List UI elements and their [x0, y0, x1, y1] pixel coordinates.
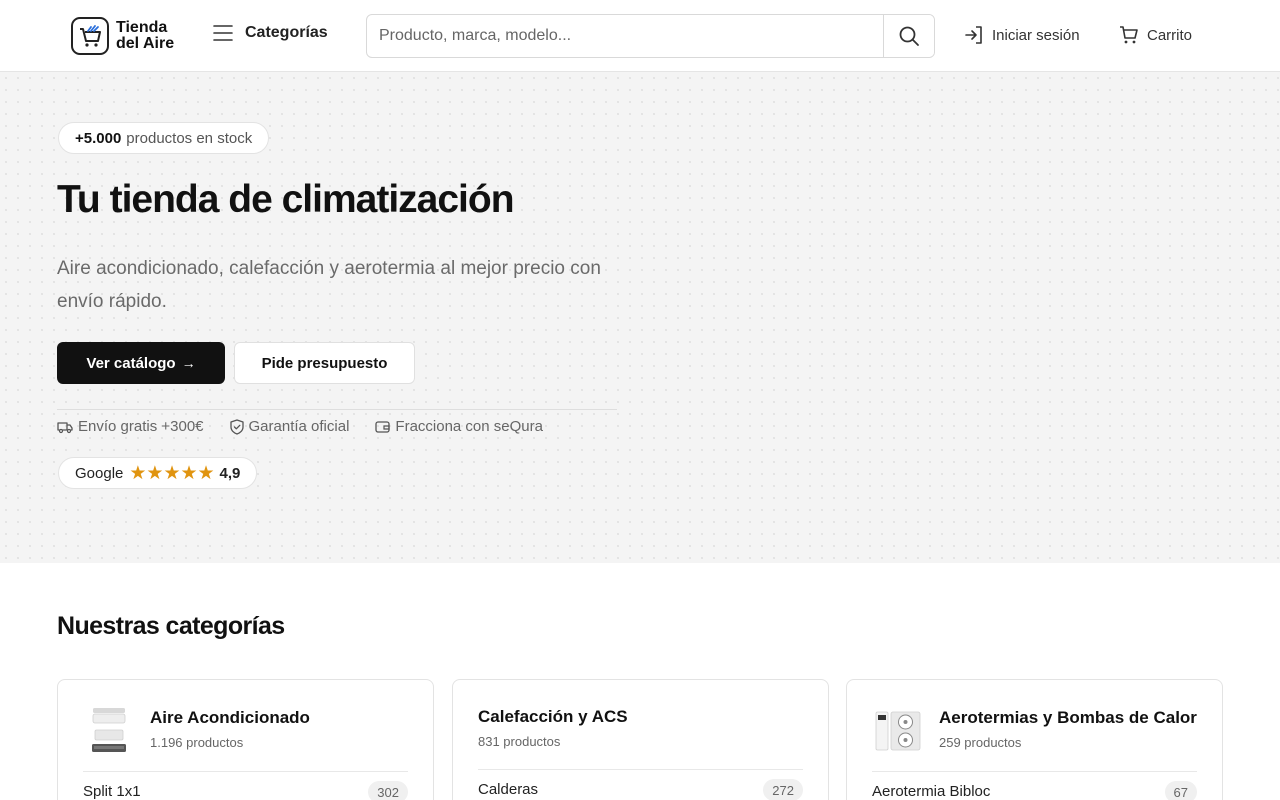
cart-label: Carrito — [1147, 26, 1193, 44]
category-card-air-conditioning[interactable]: Aire Acondicionado 1.196 productos Split… — [57, 679, 434, 800]
air-conditioner-image — [92, 708, 126, 752]
star-rating-icons: ★★★★★ — [129, 462, 215, 484]
google-rating-value: 4,9 — [219, 464, 241, 482]
search-input[interactable] — [367, 15, 883, 57]
subcategory-count-badge: 302 — [368, 781, 408, 800]
category-count: 259 productos — [939, 735, 1022, 750]
search-button[interactable] — [883, 15, 934, 57]
subcategory-link[interactable]: Calderas — [478, 781, 538, 798]
hero-subtitle: Aire acondicionado, calefacción y aerote… — [57, 258, 601, 312]
categories-section-title: Nuestras categorías — [57, 612, 285, 640]
feature-financing-label: Fracciona con seQura — [395, 418, 543, 435]
category-name: Aerotermias y Bombas de Calor — [939, 708, 1197, 727]
logo-text: Tienda del Aire — [116, 20, 174, 52]
feature-warranty: Garantía oficial — [229, 418, 350, 435]
category-card-heat-pumps[interactable]: Aerotermias y Bombas de Calor 259 produc… — [846, 679, 1223, 800]
card-divider — [478, 769, 803, 770]
view-catalog-button[interactable]: Ver catálogo → — [57, 342, 225, 384]
feature-list: Envío gratis +300€ Garantía oficial Frac… — [57, 418, 569, 435]
shield-icon — [229, 418, 244, 435]
subcategory-count-badge: 67 — [1164, 781, 1197, 800]
wallet-icon — [375, 420, 391, 433]
truck-icon — [57, 421, 73, 433]
hamburger-icon — [213, 25, 233, 41]
category-count: 1.196 productos — [150, 735, 244, 750]
hero-title: Tu tienda de climatización — [57, 178, 515, 221]
card-divider — [83, 771, 408, 772]
feature-shipping-label: Envío gratis +300€ — [78, 418, 204, 435]
feature-warranty-label: Garantía oficial — [248, 418, 350, 435]
cart-link[interactable]: Carrito — [1119, 25, 1192, 45]
stock-badge: +5.000 productos en stock — [58, 122, 270, 154]
google-rating-badge[interactable]: Google ★★★★★ 4,9 — [58, 457, 258, 489]
feature-shipping: Envío gratis +300€ — [57, 418, 204, 435]
subcategory-link[interactable]: Aerotermia Bibloc — [872, 783, 990, 800]
category-name: Aire Acondicionado — [150, 708, 310, 727]
logo-line-2: del Aire — [116, 35, 175, 52]
login-label: Iniciar sesión — [992, 26, 1080, 44]
category-count: 831 productos — [478, 734, 561, 749]
categories-label: Categorías — [245, 24, 328, 41]
hero-divider — [57, 409, 617, 410]
cart-logo-icon — [71, 17, 109, 55]
card-divider — [872, 771, 1197, 772]
site-header: Tienda del Aire Categorías Iniciar sesió… — [0, 0, 1280, 72]
categories-menu-button[interactable]: Categorías — [213, 24, 328, 42]
heat-pump-image — [875, 711, 921, 751]
stock-badge-text: productos en stock — [126, 129, 253, 147]
search-icon — [899, 26, 919, 46]
request-quote-button[interactable]: Pide presupuesto — [234, 342, 415, 384]
request-quote-label: Pide presupuesto — [261, 354, 388, 372]
subcategory-count-badge: 272 — [763, 779, 803, 800]
logo-line-1: Tienda — [116, 19, 168, 36]
hero-section: +5.000 productos en stock Tu tienda de c… — [0, 72, 1280, 563]
view-catalog-label: Ver catálogo — [86, 354, 176, 372]
arrow-right-icon: → — [181, 355, 196, 371]
google-label: Google — [75, 464, 124, 482]
search-bar — [366, 14, 935, 58]
cart-icon — [1120, 26, 1138, 44]
category-name: Calefacción y ACS — [478, 707, 628, 726]
category-card-heating[interactable]: Calefacción y ACS 831 productos Calderas… — [452, 679, 829, 800]
login-icon — [965, 26, 982, 44]
login-link[interactable]: Iniciar sesión — [964, 25, 1080, 45]
subcategory-link[interactable]: Split 1x1 — [83, 783, 141, 800]
logo[interactable]: Tienda del Aire — [71, 17, 174, 55]
stock-badge-count: +5.000 — [75, 129, 122, 147]
feature-financing: Fracciona con seQura — [375, 418, 543, 435]
